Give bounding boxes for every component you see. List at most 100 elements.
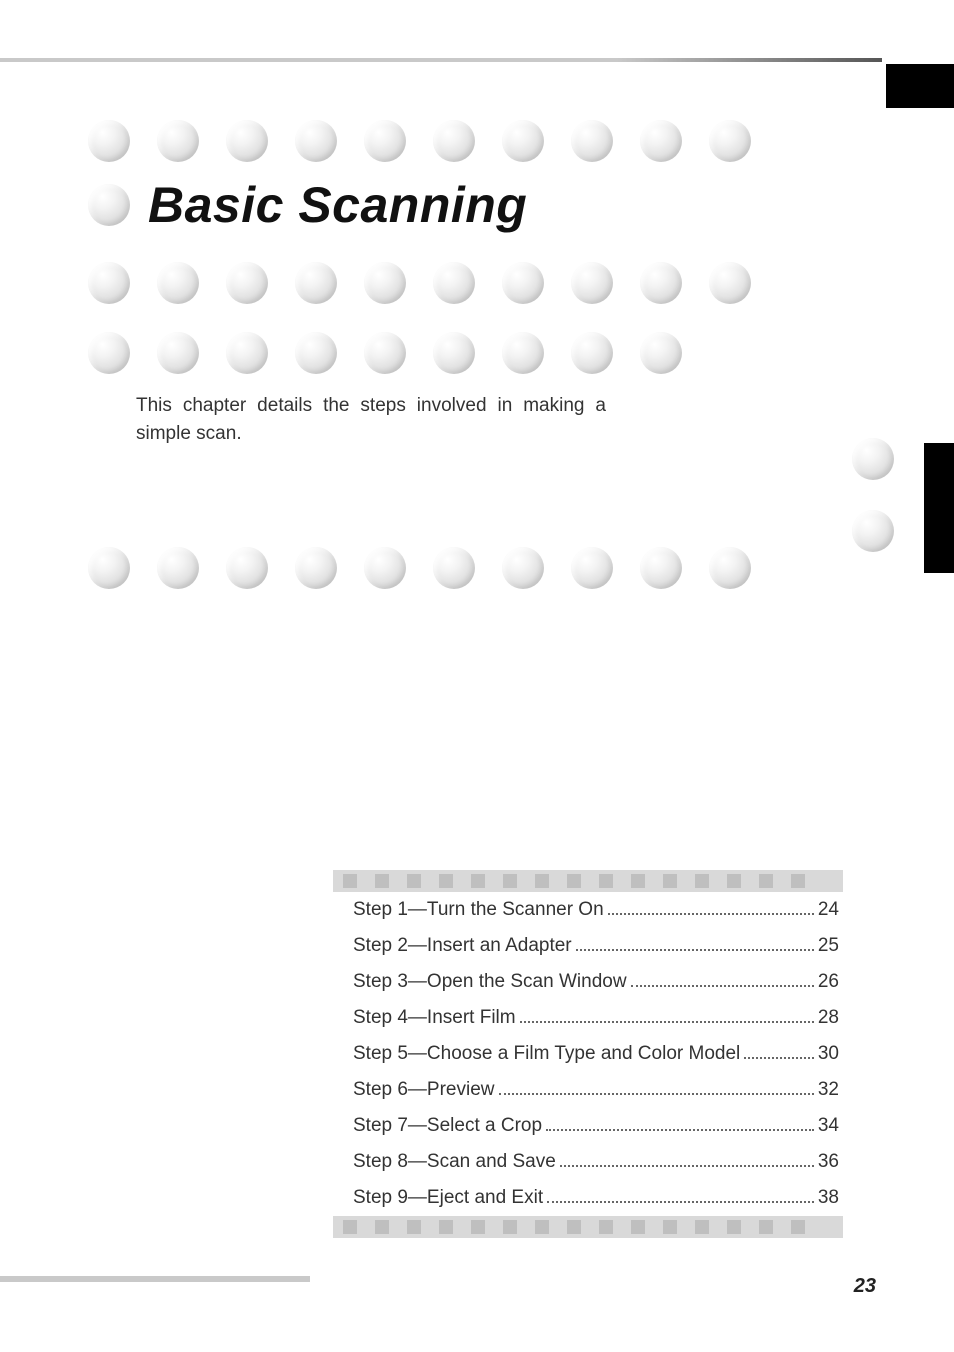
decorative-dots-row-4: [88, 547, 876, 589]
toc-label: Step 6—Preview: [353, 1079, 495, 1101]
decorative-dots-column: [852, 438, 894, 552]
dot-icon: [88, 262, 130, 304]
toc-label: Step 1—Turn the Scanner On: [353, 899, 604, 921]
toc-page: 32: [818, 1079, 839, 1101]
toc-leader: [744, 1057, 814, 1059]
toc-page: 24: [818, 899, 839, 921]
square-icon: [439, 874, 453, 888]
toc-leader: [520, 1021, 814, 1023]
square-icon: [375, 1220, 389, 1234]
dot-icon: [571, 262, 613, 304]
square-icon: [759, 874, 773, 888]
dot-icon: [364, 547, 406, 589]
dot-icon: [157, 332, 199, 374]
toc-item[interactable]: Step 6—Preview 32: [333, 1072, 843, 1108]
toc-item[interactable]: Step 4—Insert Film 28: [333, 1000, 843, 1036]
square-icon: [695, 874, 709, 888]
toc-label: Step 3—Open the Scan Window: [353, 971, 627, 993]
dot-icon: [571, 547, 613, 589]
dot-icon: [640, 262, 682, 304]
dot-icon: [502, 332, 544, 374]
square-icon: [375, 874, 389, 888]
square-icon: [791, 1220, 805, 1234]
dot-icon: [852, 510, 894, 552]
page-content: Basic Scanning This chapter details the …: [82, 120, 876, 601]
toc-label: Step 5—Choose a Film Type and Color Mode…: [353, 1043, 740, 1065]
dot-icon: [433, 547, 475, 589]
toc-item[interactable]: Step 5—Choose a Film Type and Color Mode…: [333, 1036, 843, 1072]
dot-icon: [709, 547, 751, 589]
dot-icon: [640, 332, 682, 374]
toc-label: Step 8—Scan and Save: [353, 1151, 556, 1173]
toc-item[interactable]: Step 1—Turn the Scanner On 24: [333, 892, 843, 928]
toc-band-top: [333, 870, 843, 892]
dot-icon: [226, 120, 268, 162]
square-icon: [663, 1220, 677, 1234]
square-icon: [343, 874, 357, 888]
square-icon: [471, 874, 485, 888]
toc-item[interactable]: Step 9—Eject and Exit 38: [333, 1180, 843, 1216]
toc-page: 36: [818, 1151, 839, 1173]
dot-icon: [88, 547, 130, 589]
square-icon: [407, 874, 421, 888]
toc-label: Step 4—Insert Film: [353, 1007, 516, 1029]
toc-leader: [499, 1093, 814, 1095]
corner-tab: [886, 64, 954, 108]
dot-icon: [852, 438, 894, 480]
toc-leader: [608, 913, 814, 915]
dot-icon: [709, 262, 751, 304]
dot-icon: [571, 332, 613, 374]
intro-text: This chapter details the steps involved …: [136, 392, 606, 447]
dot-icon: [433, 332, 475, 374]
toc-item[interactable]: Step 2—Insert an Adapter 25: [333, 928, 843, 964]
toc-page: 25: [818, 935, 839, 957]
toc-page: 30: [818, 1043, 839, 1065]
toc-page: 34: [818, 1115, 839, 1137]
toc-band-bottom: [333, 1216, 843, 1238]
dot-icon: [364, 332, 406, 374]
dot-icon: [157, 547, 199, 589]
dot-icon: [640, 547, 682, 589]
square-icon: [759, 1220, 773, 1234]
toc-item[interactable]: Step 7—Select a Crop 34: [333, 1108, 843, 1144]
square-icon: [567, 1220, 581, 1234]
toc-label: Step 9—Eject and Exit: [353, 1187, 543, 1209]
dot-icon: [295, 547, 337, 589]
square-icon: [503, 1220, 517, 1234]
dot-icon: [88, 184, 130, 226]
dot-icon: [88, 332, 130, 374]
dot-icon: [295, 262, 337, 304]
toc-page: 38: [818, 1187, 839, 1209]
dot-icon: [295, 332, 337, 374]
toc-label: Step 2—Insert an Adapter: [353, 935, 572, 957]
square-icon: [631, 874, 645, 888]
square-icon: [471, 1220, 485, 1234]
toc-leader: [560, 1165, 814, 1167]
dot-icon: [640, 120, 682, 162]
toc-item[interactable]: Step 3—Open the Scan Window 26: [333, 964, 843, 1000]
toc-leader: [576, 949, 814, 951]
top-rule: [0, 58, 882, 62]
square-icon: [439, 1220, 453, 1234]
square-icon: [727, 874, 741, 888]
dot-icon: [88, 120, 130, 162]
square-icon: [535, 874, 549, 888]
toc-page: 26: [818, 971, 839, 993]
title-row: Basic Scanning: [88, 176, 876, 234]
page-title: Basic Scanning: [148, 176, 527, 234]
toc-leader: [546, 1129, 814, 1131]
decorative-dots-row-1: [88, 120, 876, 162]
decorative-dots-row-2: [88, 262, 876, 304]
dot-icon: [226, 547, 268, 589]
square-icon: [599, 1220, 613, 1234]
square-icon: [599, 874, 613, 888]
square-icon: [727, 1220, 741, 1234]
square-icon: [663, 874, 677, 888]
square-icon: [791, 874, 805, 888]
square-icon: [695, 1220, 709, 1234]
toc-item[interactable]: Step 8—Scan and Save 36: [333, 1144, 843, 1180]
toc-page: 28: [818, 1007, 839, 1029]
side-tab: [924, 443, 954, 573]
square-icon: [503, 874, 517, 888]
dot-icon: [157, 262, 199, 304]
